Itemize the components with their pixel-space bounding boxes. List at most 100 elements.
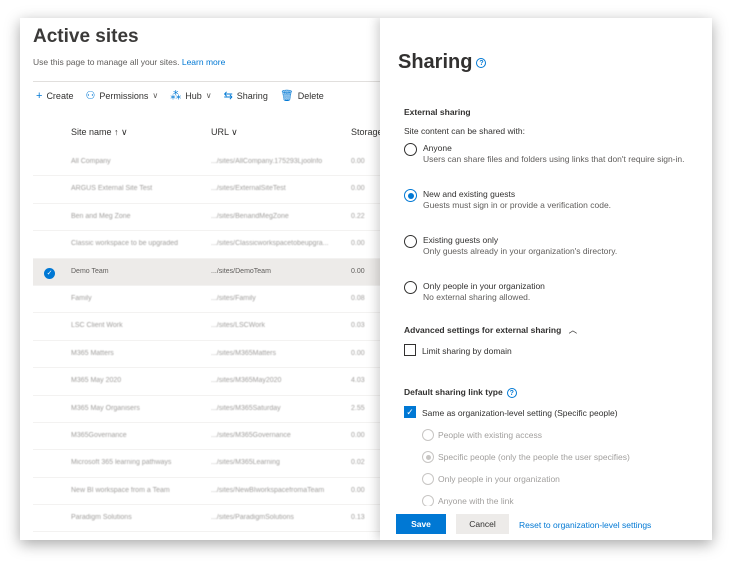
cell-url: .../sites/DemoTeam [211,267,271,275]
toolbar-create-button[interactable]: + Create [36,89,73,102]
panel-title: Sharing? [398,51,487,74]
cell-url: .../sites/M365Saturday [211,404,281,412]
info-icon[interactable]: ? [506,387,517,398]
cell-name: Ben and Meg Zone [71,212,131,220]
cell-storage: 0.03 [351,322,365,330]
learn-more-link[interactable]: Learn more [182,57,225,67]
subtitle-text: Use this page to manage all your sites. [33,57,180,67]
column-storage[interactable]: Storage [351,127,383,137]
toolbar-delete-button[interactable]: 🗑 Delete [280,89,324,102]
cell-storage: 0.00 [351,349,365,357]
info-icon[interactable]: ? [476,57,487,68]
active-sites-pane: Active sites Use this page to manage all… [20,18,400,540]
default-link-heading: Default sharing link type? [404,387,517,398]
cell-url: .../sites/LSCWork [211,322,265,330]
cell-url: .../sites/M365May2020 [211,377,282,385]
panel-title-text: Sharing [398,51,473,73]
cell-url: .../sites/AllCompany.175293Ljoolnfo [211,158,323,165]
toolbar-sharing-button[interactable]: ⇆ Sharing [224,89,268,102]
cell-url: .../sites/BenandMegZone [211,212,289,220]
cell-url: .../sites/NewBIworkspacefromaTeam [211,486,325,494]
save-button[interactable]: Save [396,514,446,534]
cell-name: LSC Client Work [71,322,123,330]
divider [33,81,393,82]
table-row[interactable]: ARGUS External Site Test .../sites/Extern… [33,176,400,204]
table-row[interactable]: M365 May Organisers .../sites/M365Saturda… [33,396,400,423]
limit-domain-label: Limit sharing by domain [422,346,512,356]
table-row[interactable]: M365Governance .../sites/M365Governance 0.… [33,423,400,451]
toolbar-permissions-button[interactable]: ⚇ Permissions ∨ [85,89,158,102]
table-row[interactable]: ✓ Demo Team .../sites/DemoTeam 0.00 [33,258,400,286]
sharing-icon: ⇆ [223,90,233,102]
cell-storage: 4.03 [351,377,365,385]
column-url[interactable]: URL ∨ [211,127,238,138]
same-as-org-checkbox[interactable]: ✓ [404,406,416,418]
sharing-panel: Sharing? External sharing Site content c… [380,18,712,540]
table-row[interactable]: Ben and Meg Zone .../sites/BenandMegZone 0… [33,204,400,232]
cell-name: M365 May Organisers [71,404,140,412]
selected-check-icon[interactable]: ✓ [44,267,55,279]
table-row[interactable]: All Company .../sites/AllCompany.175293Lj… [33,149,400,177]
radio-selected-icon [404,189,417,202]
column-site-name[interactable]: Site name ↑ ∨ [71,127,128,138]
cell-name: M365Governance [71,431,127,439]
cell-url: .../sites/M365Governance [211,431,291,439]
cell-storage: 0.00 [351,267,365,275]
table-header: Site name ↑ ∨ URL ∨ Storage [20,123,400,145]
cell-storage: 0.00 [351,431,365,439]
cell-name: Classic workspace to be upgraded [71,240,179,248]
link-type-label: Anyone with the link [438,496,514,506]
page-title: Active sites [33,26,139,47]
cell-storage: 0.13 [351,514,365,522]
table-row[interactable]: M365 May 2020 .../sites/M365May2020 4.03 [33,368,400,396]
cell-storage: 0.00 [351,240,365,248]
create-icon: + [36,89,43,102]
table-row[interactable]: Classic workspace to be upgraded .../site… [33,231,400,259]
radio-selected-icon [422,451,434,463]
radio-icon [404,143,417,156]
toolbar-label: Hub [185,90,202,101]
link-type-label: Specific people (only the people the use… [438,452,630,462]
reset-link[interactable]: Reset to organization-level settings [519,520,651,530]
table-row[interactable]: Family .../sites/Family 0.08 [33,286,400,314]
cell-storage: 0.08 [351,294,365,302]
advanced-settings-heading[interactable]: Advanced settings for external sharing ︿ [404,324,577,336]
table-row[interactable]: Microsoft 365 learning pathways .../sites… [33,450,400,478]
option-label: New and existing guests [423,189,516,199]
external-sharing-heading: External sharing [404,107,471,117]
cell-storage: 0.00 [351,158,365,165]
table-row[interactable]: Paradigm Solutions .../sites/ParadigmSolu… [33,505,400,533]
table-row[interactable]: M365 Matters .../sites/M365Matters 0.00 [33,341,400,369]
option-description: Users can share files and folders using … [423,154,685,164]
delete-icon: 🗑 [279,90,294,102]
cell-url: .../sites/M365Matters [211,349,276,357]
sites-table: All Company .../sites/AllCompany.175293Lj… [33,149,400,533]
link-type-label: People with existing access [438,430,542,440]
cell-url: .../sites/ParadigmSolutions [211,514,294,522]
cell-name: Microsoft 365 learning pathways [71,459,172,467]
cell-name: New BI workspace from a Team [71,486,170,494]
limit-domain-checkbox[interactable] [404,344,416,356]
table-row[interactable]: New BI workspace from a Team .../sites/Ne… [33,478,400,506]
option-description: No external sharing allowed. [423,292,531,302]
table-row[interactable]: LSC Client Work .../sites/LSCWork 0.03 [33,313,400,341]
cell-storage: 0.22 [351,212,365,220]
toolbar-label: Create [46,90,74,101]
option-label: Anyone [423,143,452,153]
hub-icon: ⁂ [170,90,182,102]
chevron-down-icon: ∨ [205,91,212,100]
link-type-label: Only people in your organization [438,474,560,484]
cell-name: All Company [71,158,111,165]
panel-footer: Save Cancel Reset to organization-level … [380,506,712,540]
cell-name: Paradigm Solutions [71,514,132,522]
page-subtitle: Use this page to manage all your sites. … [33,57,225,67]
toolbar-label: Sharing [236,90,268,101]
chevron-down-icon: ∨ [152,91,159,100]
cell-storage: 0.00 [351,486,365,494]
cell-url: .../sites/M365Learning [211,459,280,467]
radio-icon [404,281,417,294]
shared-with-label: Site content can be shared with: [404,126,525,136]
command-bar: + Create ⚇ Permissions ∨ ⁂ Hub ∨ ⇆ Sharing 🗑 Delete [36,89,324,103]
cancel-button[interactable]: Cancel [456,514,509,534]
toolbar-hub-button[interactable]: ⁂ Hub ∨ [170,89,211,102]
